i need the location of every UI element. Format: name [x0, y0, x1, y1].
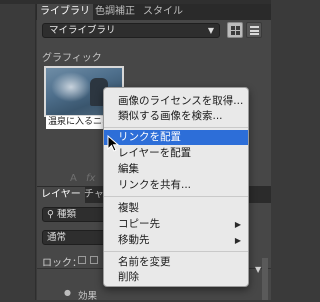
menu-separator	[104, 196, 248, 197]
menu-item-place-layer[interactable]: レイヤーを配置	[104, 146, 248, 161]
blend-mode-select[interactable]: 通常	[42, 230, 112, 245]
fx-icon[interactable]: fx	[86, 173, 95, 184]
library-select[interactable]: マイライブラリ ▼	[42, 23, 220, 38]
search-icon: ⚲	[47, 209, 54, 220]
menu-separator	[104, 127, 248, 128]
grid-icon	[231, 26, 240, 35]
blend-mode-value: 通常	[47, 232, 67, 243]
layer-filter-value: 種類	[57, 209, 77, 220]
menu-item-place-linked[interactable]: リンクを配置	[104, 130, 248, 145]
lock-transparency-checkbox[interactable]	[78, 256, 86, 264]
thumbnail-image-steam	[51, 72, 91, 102]
library-select-value: マイライブラリ	[49, 25, 116, 36]
tab-styles[interactable]: スタイル	[143, 4, 183, 20]
tab-channels[interactable]: チャ	[84, 187, 104, 203]
scrollbar[interactable]	[262, 258, 268, 300]
menu-item-copy-to-label: コピー先	[118, 218, 160, 230]
chevron-down-icon[interactable]: ▼	[255, 265, 261, 274]
eye-icon[interactable]: ●	[64, 288, 71, 297]
lock-label: ロック：	[42, 258, 82, 269]
layer-filter-select[interactable]: ⚲ 種類	[42, 207, 112, 222]
lock-pixels-checkbox[interactable]	[90, 256, 98, 264]
menu-item-move-to[interactable]: 移動先 ▶	[104, 233, 248, 248]
context-menu: 画像のライセンスを取得... 類似する画像を検索... リンクを配置 レイヤーを…	[103, 87, 249, 287]
list-icon	[250, 26, 259, 35]
tab-adjustments[interactable]: 色調補正	[95, 4, 135, 20]
chevron-down-icon: ▼	[207, 26, 214, 35]
menu-item-rename[interactable]: 名前を変更	[104, 255, 248, 270]
menu-item-delete[interactable]: 削除	[104, 270, 248, 285]
menu-item-move-to-label: 移動先	[118, 234, 150, 246]
tab-layers[interactable]: レイヤー	[37, 187, 85, 203]
submenu-arrow-icon: ▶	[234, 220, 241, 229]
graphics-section-label: グラフィック	[42, 53, 102, 64]
mouse-cursor-icon	[107, 135, 120, 152]
menu-item-edit[interactable]: 編集	[104, 162, 248, 177]
list-view-button[interactable]	[246, 22, 262, 38]
menu-item-share-link[interactable]: リンクを共有...	[104, 178, 248, 193]
grid-view-button[interactable]	[227, 22, 243, 38]
menu-item-find-similar[interactable]: 類似する画像を検索...	[104, 109, 248, 124]
submenu-arrow-icon: ▶	[234, 236, 241, 245]
menu-item-get-license[interactable]: 画像のライセンスを取得...	[104, 94, 248, 109]
text-style-icon[interactable]: A	[70, 173, 77, 184]
menu-item-copy-to[interactable]: コピー先 ▶	[104, 217, 248, 232]
menu-item-duplicate[interactable]: 複製	[104, 201, 248, 216]
menu-separator	[104, 251, 248, 252]
left-dock-column	[0, 0, 36, 300]
tab-libraries[interactable]: ライブラリ	[37, 4, 93, 20]
